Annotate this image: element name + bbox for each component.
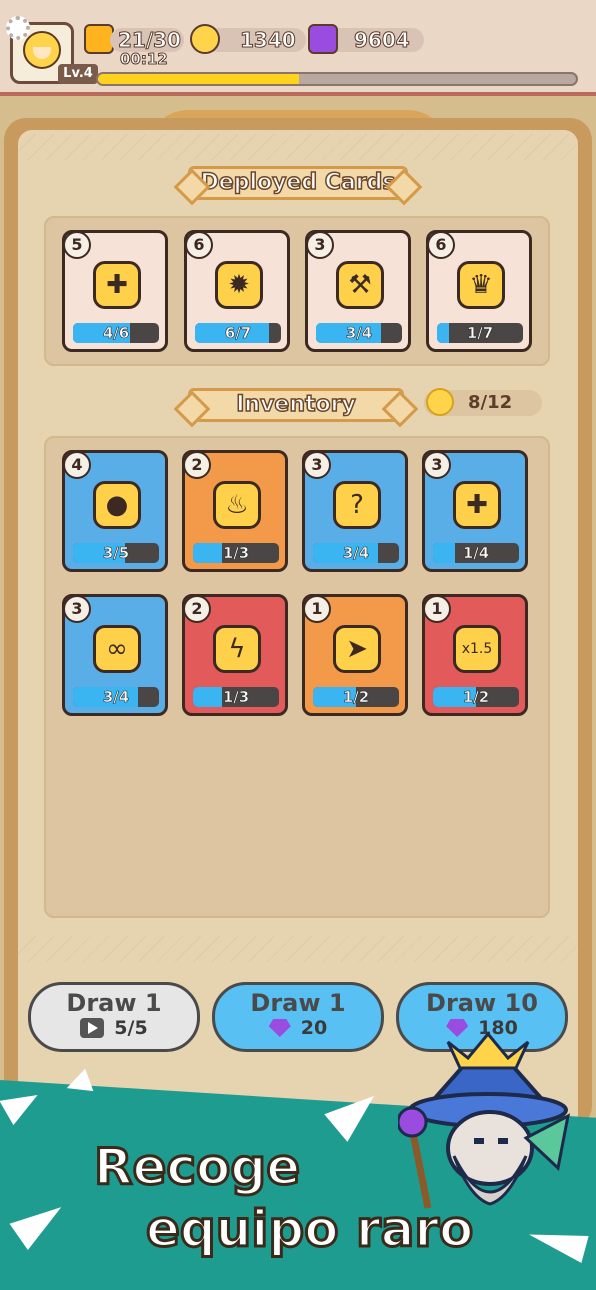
inventory-card[interactable]: 1 ➤ 1/2 bbox=[302, 594, 408, 716]
card-cost-badge: 3 bbox=[306, 231, 334, 259]
mystery-figure-icon: ? bbox=[333, 481, 381, 529]
video-ad-icon bbox=[80, 1018, 105, 1038]
inventory-title: Inventory bbox=[188, 388, 404, 422]
card-progress-text: 1/2 bbox=[462, 688, 490, 707]
card-progress-text: 1/7 bbox=[466, 324, 494, 343]
card-progress-bar: 1/7 bbox=[437, 323, 523, 343]
settings-gear-icon[interactable] bbox=[6, 16, 30, 40]
draw-1-ad-button[interactable]: Draw 1 5/5 bbox=[28, 982, 200, 1052]
card-progress-text: 3/5 bbox=[102, 544, 130, 563]
card-progress-text: 3/4 bbox=[345, 324, 373, 343]
card-progress-text: 1/3 bbox=[222, 688, 250, 707]
card-progress-bar: 6/7 bbox=[195, 323, 281, 343]
card-cost-badge: 6 bbox=[427, 231, 455, 259]
card-cost-badge: 2 bbox=[183, 451, 211, 479]
card-cost-badge: 3 bbox=[63, 595, 91, 623]
heal-drop-icon: ✚ bbox=[453, 481, 501, 529]
inventory-title-text: Inventory bbox=[235, 391, 356, 418]
wizard-mascot-icon bbox=[398, 1031, 571, 1209]
level-up-crown-icon: ♛ bbox=[457, 261, 505, 309]
deployed-card[interactable]: 6 ♛ 1/7 bbox=[426, 230, 532, 352]
deployed-card[interactable]: 5 ✚ 4/6 bbox=[62, 230, 168, 352]
panel-bottom-pattern bbox=[18, 936, 578, 962]
panel-top-pattern bbox=[18, 134, 578, 160]
draw-10-gem-label: Draw 10 bbox=[426, 989, 538, 1017]
card-progress-text: 1/2 bbox=[342, 688, 370, 707]
inventory-count: 8/12 bbox=[424, 388, 542, 416]
speed-x15-icon: x1.5 bbox=[453, 625, 501, 673]
chain-lightning-icon: ∞ bbox=[93, 625, 141, 673]
card-progress-bar: 4/6 bbox=[73, 323, 159, 343]
inventory-card[interactable]: 2 ϟ 1/3 bbox=[182, 594, 288, 716]
card-progress-bar: 3/4 bbox=[73, 687, 159, 707]
card-cost-badge: 6 bbox=[185, 231, 213, 259]
inventory-card[interactable]: 1 x1.5 1/2 bbox=[422, 594, 528, 716]
card-progress-text: 6/7 bbox=[224, 324, 252, 343]
card-cost-badge: 3 bbox=[303, 451, 331, 479]
xp-progress-fill bbox=[98, 74, 299, 84]
card-cost-badge: 4 bbox=[63, 451, 91, 479]
inventory-card[interactable]: 4 ● 3/5 bbox=[62, 450, 168, 572]
card-progress-text: 3/4 bbox=[342, 544, 370, 563]
inventory-capacity-icon bbox=[426, 388, 454, 416]
card-cost-badge: 3 bbox=[423, 451, 451, 479]
card-cost-badge: 2 bbox=[183, 595, 211, 623]
gems-value: 9604 bbox=[354, 28, 411, 53]
hammer-upgrade-icon: ⚒ bbox=[336, 261, 384, 309]
deployed-title-text: Deployed Cards bbox=[200, 169, 396, 196]
top-bar: Lv.4 21/30 00:12 1340 9604 bbox=[0, 0, 596, 96]
shield-plus-icon: ✚ bbox=[93, 261, 141, 309]
draw-1-gem-button[interactable]: Draw 1 20 bbox=[212, 982, 384, 1052]
card-progress-text: 3/4 bbox=[102, 688, 130, 707]
fire-spirit-icon: ♨ bbox=[213, 481, 261, 529]
card-cost-badge: 1 bbox=[423, 595, 451, 623]
coins-value: 1340 bbox=[240, 28, 297, 53]
card-cost-badge: 5 bbox=[63, 231, 91, 259]
draw-1-gem-cost: 20 bbox=[300, 1017, 328, 1039]
card-progress-bar: 3/4 bbox=[316, 323, 402, 343]
draw-1-gem-label: Draw 1 bbox=[250, 989, 346, 1017]
energy-value: 21/30 bbox=[118, 28, 182, 53]
card-progress-text: 1/3 bbox=[222, 544, 250, 563]
deployed-card[interactable]: 6 ✹ 6/7 bbox=[184, 230, 290, 352]
gear-wreath-icon: ✹ bbox=[215, 261, 263, 309]
deployed-card[interactable]: 3 ⚒ 3/4 bbox=[305, 230, 411, 352]
draw-1-ad-cost: 5/5 bbox=[114, 1017, 148, 1039]
card-progress-bar: 3/5 bbox=[73, 543, 159, 563]
energy-timer: 00:12 bbox=[120, 50, 169, 69]
player-level: Lv.4 bbox=[58, 64, 98, 84]
deployed-title: Deployed Cards bbox=[188, 166, 408, 200]
card-progress-bar: 1/3 bbox=[193, 543, 279, 563]
lightning-icon: ϟ bbox=[213, 625, 261, 673]
card-progress-bar: 1/2 bbox=[433, 687, 519, 707]
card-progress-text: 1/4 bbox=[462, 544, 490, 563]
inventory-card[interactable]: 2 ♨ 1/3 bbox=[182, 450, 288, 572]
gem-plus-icon[interactable] bbox=[308, 24, 338, 54]
xp-progress-bar bbox=[96, 72, 578, 86]
draw-1-ad-label: Draw 1 bbox=[66, 989, 162, 1017]
card-progress-text: 4/6 bbox=[102, 324, 130, 343]
card-progress-bar: 3/4 bbox=[313, 543, 399, 563]
inventory-card[interactable]: 3? 3/4 bbox=[302, 450, 408, 572]
gem-icon bbox=[268, 1019, 291, 1037]
energy-pill: 21/30 bbox=[110, 28, 184, 53]
card-progress-bar: 1/2 bbox=[313, 687, 399, 707]
inventory-count-text: 8/12 bbox=[468, 392, 513, 413]
card-cost-badge: 1 bbox=[303, 595, 331, 623]
promo-line-1: Recoge bbox=[92, 1137, 301, 1198]
inventory-card[interactable]: 3 ✚ 1/4 bbox=[422, 450, 528, 572]
coin-plus-icon[interactable] bbox=[190, 24, 220, 54]
player-face-icon bbox=[23, 31, 61, 69]
card-progress-bar: 1/4 bbox=[433, 543, 519, 563]
coin-bag-icon: ● bbox=[93, 481, 141, 529]
inventory-card[interactable]: 3 ∞ 3/4 bbox=[62, 594, 168, 716]
card-progress-bar: 1/3 bbox=[193, 687, 279, 707]
dash-figure-icon: ➤ bbox=[333, 625, 381, 673]
